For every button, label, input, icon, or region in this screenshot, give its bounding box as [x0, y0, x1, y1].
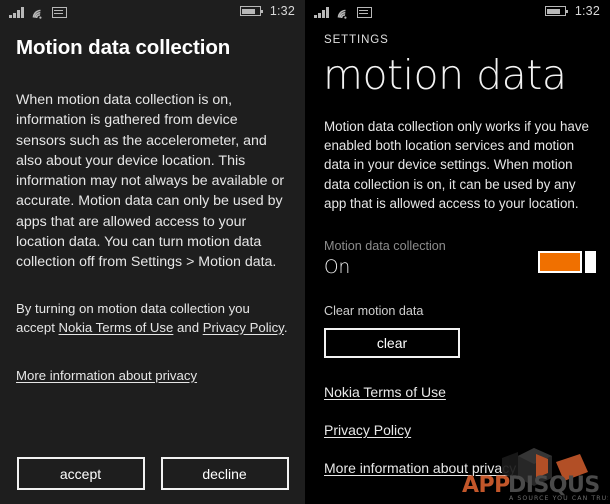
link-privacy-policy[interactable]: Privacy Policy: [324, 422, 411, 438]
consent-paragraph: By turning on motion data collection you…: [0, 273, 305, 337]
toggle-thumb: [585, 251, 596, 274]
consent-suffix: .: [283, 319, 288, 335]
signal-bars-icon: [9, 7, 24, 18]
svg-text:APP: APP: [462, 473, 510, 498]
clock-label: 1:32: [269, 4, 295, 18]
decline-button[interactable]: decline: [160, 457, 289, 490]
link-nokia-terms-of-use[interactable]: Nokia Terms of Use: [324, 384, 446, 400]
motion-data-toggle-switch[interactable]: [538, 251, 596, 274]
clear-button[interactable]: clear: [324, 328, 460, 359]
left-body-text: When motion data collection is on, infor…: [16, 92, 285, 271]
sim-card-icon: [51, 7, 67, 18]
app-name-header: SETTINGS: [324, 34, 389, 46]
motion-data-toggle-block: Motion data collection On: [305, 213, 610, 278]
status-bar-right: 1:32: [305, 0, 610, 22]
link-more-information-about-privacy[interactable]: More information about privacy: [16, 368, 197, 383]
status-indicators-left: [9, 4, 67, 19]
signal-bars-icon: [314, 7, 329, 18]
status-indicators-right: 1:32: [544, 0, 600, 22]
action-button-row: accept decline: [0, 457, 305, 490]
link-nokia-terms-of-use[interactable]: Nokia Terms of Use: [59, 320, 174, 335]
status-bar-left: 1:32: [0, 0, 305, 22]
accept-button[interactable]: accept: [16, 457, 145, 490]
dual-screenshot-container: 1:32 Motion data collection When motion …: [0, 0, 610, 504]
battery-icon: [544, 6, 569, 16]
link-privacy-policy[interactable]: Privacy Policy: [203, 320, 284, 335]
battery-icon: [239, 6, 264, 16]
sim-card-icon: [356, 7, 372, 18]
link-more-information-about-privacy[interactable]: More information about privacy: [324, 460, 516, 476]
right-body-text: Motion data collection only works if you…: [324, 119, 589, 211]
svg-text:A SOURCE YOU CAN TRUST: A SOURCE YOU CAN TRUST: [509, 495, 608, 502]
clear-label: Clear motion data: [324, 304, 424, 319]
svg-text:DISQUS: DISQUS: [508, 473, 600, 498]
links-block: Nokia Terms of Use Privacy Policy More i…: [305, 358, 610, 476]
wifi-icon: [336, 6, 350, 19]
toggle-track: [538, 251, 582, 274]
consent-conjunction: and: [173, 319, 203, 335]
left-phone-screen: 1:32 Motion data collection When motion …: [0, 0, 305, 504]
more-info-wrapper: More information about privacy: [0, 337, 305, 385]
status-indicators-right: 1:32: [239, 0, 295, 22]
clock-label: 1:32: [574, 4, 600, 18]
clear-motion-data-block: Clear motion data clear: [305, 278, 610, 359]
status-indicators-left: [314, 4, 372, 19]
wifi-icon: [31, 6, 45, 19]
page-title: motion data: [323, 51, 567, 99]
right-phone-screen: 1:32 SETTINGS motion data Motion data co…: [305, 0, 610, 504]
page-title: Motion data collection: [16, 36, 231, 59]
